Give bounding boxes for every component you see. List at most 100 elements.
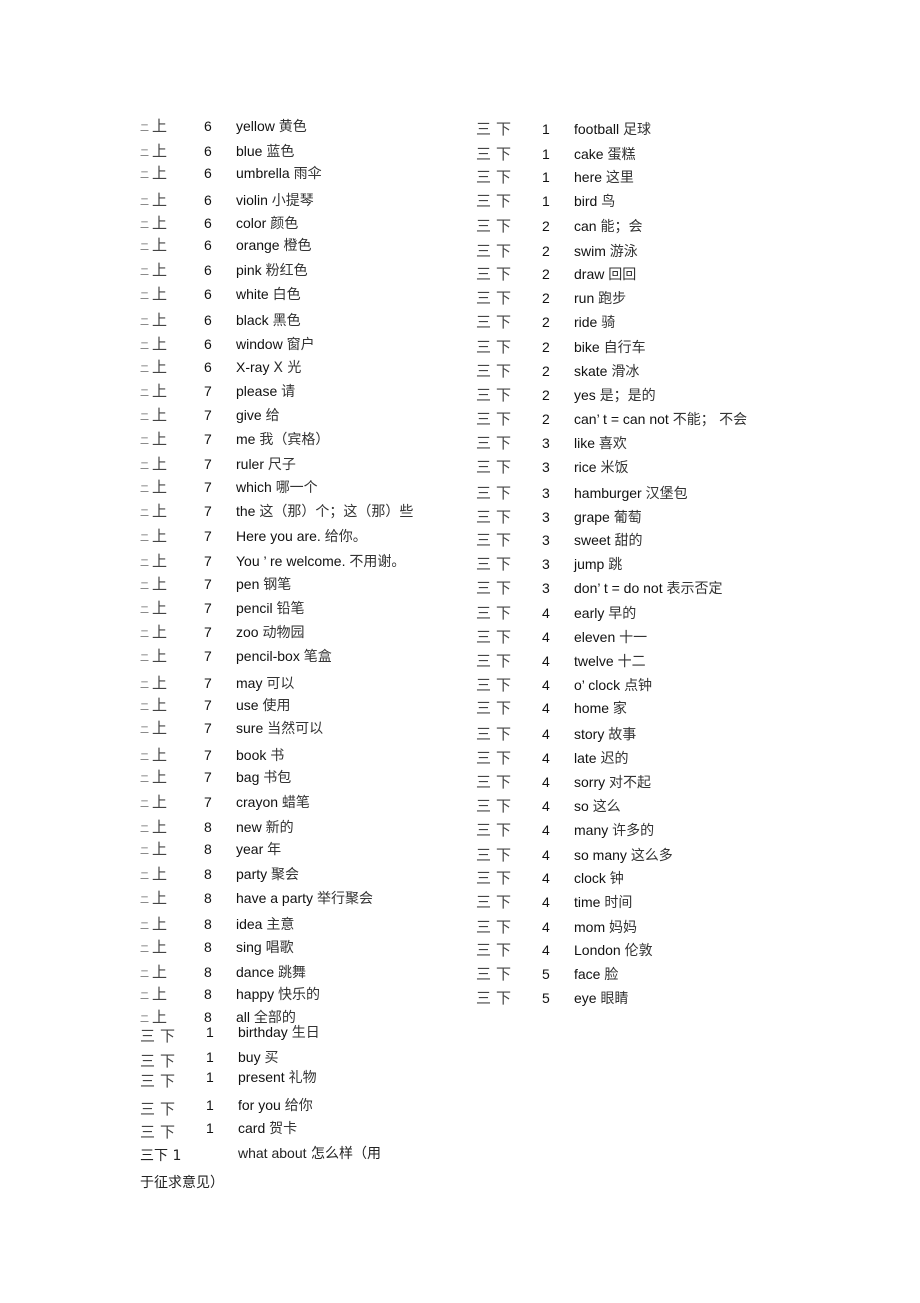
grade-term-label: 三下 <box>476 167 511 188</box>
grade-label: 三 <box>476 386 492 404</box>
vocab-entry: so many 这么多 <box>574 845 673 866</box>
tail-zh: 怎么样（用 <box>310 1146 381 1162</box>
grade-label: 三 <box>476 242 492 260</box>
term-label: 下 <box>496 676 512 694</box>
english-word: may <box>236 675 263 691</box>
grade-term-label: 二上 <box>140 817 167 840</box>
grade-label: 二 <box>140 992 150 1002</box>
term-label: 下 <box>496 893 512 911</box>
unit-number: 7 <box>204 747 212 763</box>
vocab-entry: sing 唱歌 <box>236 937 294 958</box>
chinese-meaning: 伦敦 <box>624 943 653 959</box>
chinese-meaning: 迟的 <box>600 751 629 767</box>
vocab-entry: give 给 <box>236 405 280 426</box>
english-word: use <box>236 697 259 713</box>
unit-number: 1 <box>206 1069 214 1085</box>
vocab-entry: X-ray X 光 <box>236 357 301 378</box>
chinese-meaning: 对不起 <box>609 775 652 791</box>
term-label: 下 <box>496 120 512 138</box>
vocab-entry: for you 给你 <box>238 1095 313 1116</box>
grade-label: 三 <box>476 918 492 936</box>
vocab-entry: black 黑色 <box>236 310 301 331</box>
english-word: hamburger <box>574 485 642 501</box>
grade-term-label: 三下 <box>476 988 511 1009</box>
grade-label: 二 <box>140 149 150 159</box>
english-word: dance <box>236 964 275 980</box>
grade-term-label: 二上 <box>140 284 167 307</box>
chinese-meaning: 表示否定 <box>666 581 723 597</box>
grade-label: 二 <box>140 365 150 375</box>
unit-number: 7 <box>204 383 212 399</box>
term-label: 上 <box>152 719 168 737</box>
unit-number: 8 <box>204 890 212 906</box>
english-word: for you <box>238 1097 281 1113</box>
grade-term-label: 三下 <box>140 1099 175 1120</box>
grade-term-label: 二上 <box>140 260 167 283</box>
grade-label: 三 <box>476 484 492 502</box>
english-word: late <box>574 750 597 766</box>
grade-term-label: 二上 <box>140 937 167 960</box>
vocab-entry: white 白色 <box>236 284 301 305</box>
unit-number: 3 <box>542 556 550 572</box>
chinese-meaning: 故事 <box>608 727 637 743</box>
term-label: 下 <box>496 362 512 380</box>
grade-term-label: 二上 <box>140 646 167 669</box>
grade-label: 三 <box>476 338 492 356</box>
english-word: pencil-box <box>236 648 300 664</box>
english-word: birthday <box>238 1024 288 1040</box>
term-label: 上 <box>152 335 168 353</box>
unit-number: 7 <box>204 456 212 472</box>
term-label: 下 <box>496 918 512 936</box>
chinese-meaning: 妈妈 <box>609 920 638 936</box>
grade-term-label: 三下 <box>476 530 511 551</box>
english-word: white <box>236 286 269 302</box>
english-word: idea <box>236 916 263 932</box>
english-word: many <box>574 822 609 838</box>
chinese-meaning: 贺卡 <box>269 1121 298 1137</box>
grade-label: 三 <box>476 725 492 743</box>
term-label: 下 <box>496 989 512 1007</box>
unit-number: 4 <box>542 894 550 910</box>
unit-number: 4 <box>542 700 550 716</box>
chinese-meaning: 聚会 <box>271 867 300 883</box>
english-word: bike <box>574 339 600 355</box>
grade-term-label: 二上 <box>140 673 167 696</box>
grade-term-label: 三下 <box>476 312 511 333</box>
tail-label: 三下 1 <box>140 1148 182 1164</box>
grade-term-label: 三下 <box>476 772 511 793</box>
chinese-meaning: 买 <box>264 1050 279 1066</box>
grade-term-label: 三下 <box>476 651 511 672</box>
unit-number: 8 <box>204 986 212 1002</box>
grade-label: 三 <box>476 893 492 911</box>
vocab-entry: book 书 <box>236 745 284 766</box>
vocab-entry: bag 书包 <box>236 767 291 788</box>
grade-term-label: 二上 <box>140 190 167 213</box>
grade-label: 三 <box>476 458 492 476</box>
english-word: home <box>574 700 610 716</box>
grade-term-label: 三下 <box>476 578 511 599</box>
grade-label: 二 <box>140 124 150 134</box>
english-word: present <box>238 1069 285 1085</box>
vocab-entry: many 许多的 <box>574 820 654 841</box>
term-label: 下 <box>496 797 512 815</box>
term-label: 下 <box>496 145 512 163</box>
vocab-entry: party 聚会 <box>236 864 299 885</box>
vocab-entry: violin 小提琴 <box>236 190 314 211</box>
term-label: 上 <box>152 1008 168 1026</box>
grade-label: 二 <box>140 945 150 955</box>
english-word: umbrella <box>236 165 290 181</box>
grade-term-label: 二上 <box>140 914 167 937</box>
vocab-entry: color 颜色 <box>236 213 298 234</box>
grade-label: 二 <box>140 800 150 810</box>
term-label: 上 <box>152 117 168 135</box>
english-word: time <box>574 894 601 910</box>
english-word: zoo <box>236 624 259 640</box>
unit-number: 6 <box>204 192 212 208</box>
vocab-entry: time 时间 <box>574 892 632 913</box>
grade-term-label: 三下 <box>476 892 511 913</box>
grade-term-label: 二上 <box>140 984 167 1007</box>
unit-number: 6 <box>204 118 212 134</box>
grade-term-label: 三下 <box>476 845 511 866</box>
grade-term-label: 三下 <box>476 337 511 358</box>
grade-label: 三 <box>476 313 492 331</box>
